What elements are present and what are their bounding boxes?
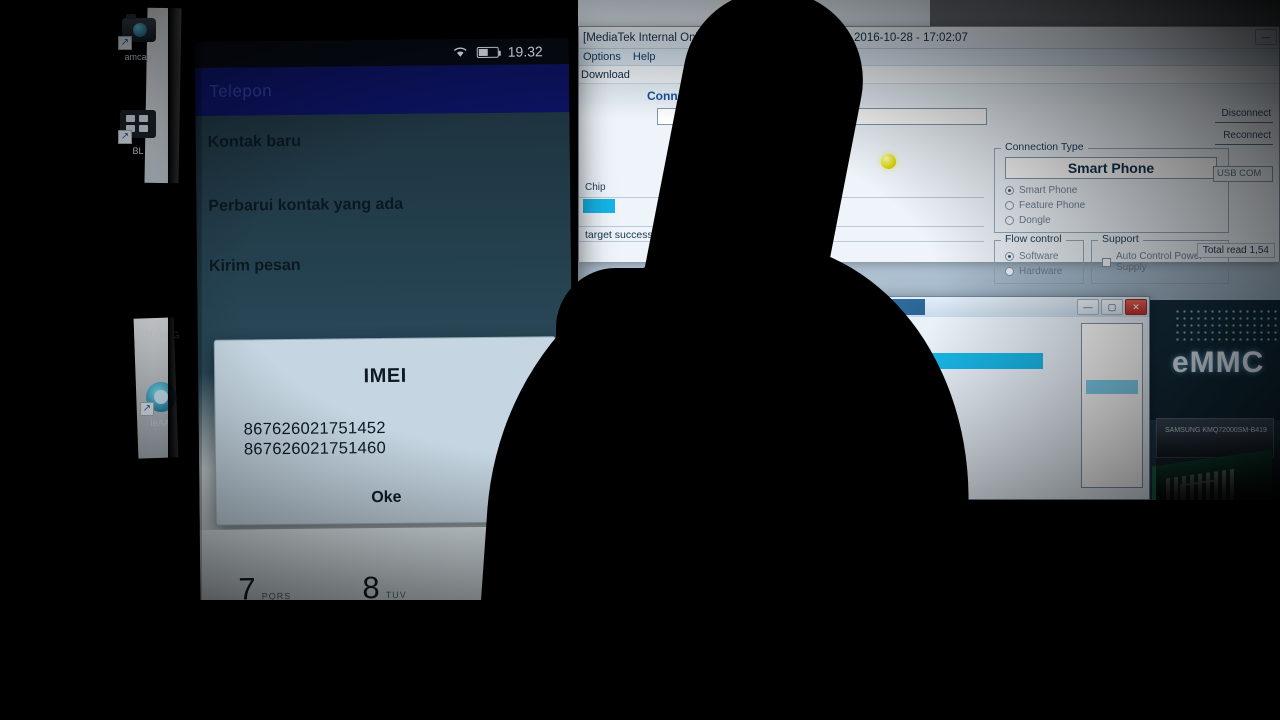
thumb-silhouette [556,268,706,458]
radio-feature-phone[interactable]: Feature Phone [1005,200,1085,211]
phone-appbar: Telepon [194,64,570,116]
left-shadow-soft [168,0,202,720]
close-button[interactable]: ✕ [1125,299,1147,315]
wifi-icon [453,46,468,58]
statusbar-time: 19.32 [507,43,543,60]
monitor-top-shadow [930,0,1280,26]
maximize-button[interactable]: ▢ [1101,299,1123,315]
checkbox-indicator-icon [1102,257,1111,267]
radio-indicator-icon [1005,267,1014,276]
menu-item-kirim-pesan[interactable]: Kirim pesan [209,257,301,276]
connection-type-select[interactable]: Smart Phone [1005,157,1217,179]
connection-type-legend: Connection Type [1001,141,1088,153]
radio-indicator-icon [1005,216,1014,225]
phone-statusbar: 19.32 [194,38,569,68]
menu-item-options[interactable]: Options [583,51,621,63]
left-shadow [0,0,112,720]
grid-header-chip: Chip [585,182,606,193]
radio-dongle-label: Dongle [1019,215,1051,226]
reconnect-button[interactable]: Reconnect [1215,130,1273,145]
sp-titlebar[interactable]: [MediaTek Internal Only] Ma... 1635.23.0… [579,27,1279,49]
monitor-shadow-overlay [1156,430,1280,500]
flow-control-group: Flow control Software Hardware [994,233,1084,284]
sp-window-controls[interactable]: — [1255,29,1277,45]
flow-control-legend: Flow control [1001,233,1066,245]
desktop-icon-label: BL [132,146,144,156]
radio-indicator-icon [1005,201,1014,210]
radio-indicator-icon [1005,252,1014,261]
radio-flow-software[interactable]: Software [1005,251,1058,262]
key-8-digit: 8 [362,570,380,606]
battery-icon [476,46,499,58]
photo-scene: eMMC SAMSUNG KMQ72000SM-B419 [MediaTek I… [0,0,1280,720]
desktop-icon-label: amcap [124,52,152,62]
grid-cell-selected-left[interactable] [583,199,615,213]
minimize-button[interactable]: — [1255,29,1277,45]
radio-smart-phone-label: Smart Phone [1019,185,1078,196]
total-read-status: Total read 1,54 [1196,243,1275,258]
connection-type-group: Connection Type Smart Phone Smart Phone … [994,141,1229,233]
menu-item-perbarui-kontak[interactable]: Perbarui kontak yang ada [208,196,403,216]
desktop-icon-bl[interactable]: ↗ BL [106,108,170,156]
disconnect-button[interactable]: Disconnect [1215,108,1273,123]
shortcut-arrow-icon: ↗ [118,36,132,50]
desktop-icon-amcap[interactable]: ↗ amcap [106,14,170,62]
status-led-icon [881,154,896,169]
emmc-label: eMMC [1172,346,1265,379]
radio-flow-hardware-label: Hardware [1019,266,1063,277]
support-legend: Support [1098,233,1143,245]
radio-indicator-icon [1005,186,1014,195]
tool2-window-controls[interactable]: — ▢ ✕ [1077,299,1147,315]
page-title: Telepon [209,81,273,101]
tool2-side-panel[interactable] [1081,323,1143,488]
radio-flow-software-label: Software [1019,251,1059,262]
side-panel-selection[interactable] [1086,380,1138,394]
menu-item-kontak-baru[interactable]: Kontak baru [208,133,302,152]
key-8[interactable]: 8 TUV [362,570,407,606]
radio-flow-hardware[interactable]: Hardware [1005,266,1062,277]
radio-feature-phone-label: Feature Phone [1019,200,1086,211]
folder-blocks-icon: ↗ [118,108,158,144]
shortcut-arrow-icon: ↗ [118,130,132,144]
camera-icon: ↗ [118,14,158,50]
shortcut-arrow-icon: ↗ [140,402,154,416]
radio-dongle[interactable]: Dongle [1005,215,1051,226]
dialog-title: IMEI [363,364,407,388]
usb-com-field[interactable]: USB COM [1213,166,1273,182]
toolbar-download-button[interactable]: Download [581,69,630,81]
menu-item-help[interactable]: Help [633,51,656,63]
solder-dots-graphic [1174,308,1280,342]
key-8-letters: TUV [385,589,407,601]
minimize-button[interactable]: — [1077,299,1099,315]
radio-smart-phone[interactable]: Smart Phone [1005,185,1077,196]
